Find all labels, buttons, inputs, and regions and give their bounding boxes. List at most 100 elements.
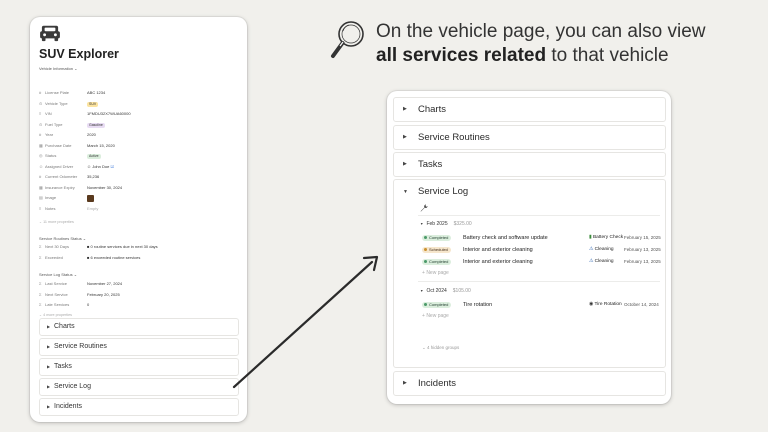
toggle-incidents[interactable]: ▶ Incidents (39, 398, 239, 416)
property-status[interactable]: ◎ Status Active (39, 152, 239, 160)
section-header-service-log[interactable]: Service Log Status ⌄ (39, 272, 77, 277)
property-last-service[interactable]: Σ Last Service November 27, 2024 (39, 280, 239, 288)
collapsed-triangle-icon[interactable]: ▶ (403, 372, 407, 395)
property-current-odometer[interactable]: # Current Odometer 35,236 (39, 173, 239, 181)
toggle-label: Incidents (54, 403, 83, 410)
collapsed-triangle-icon[interactable]: ▶ (403, 98, 407, 121)
property-value[interactable]: Gasoline (87, 121, 105, 129)
more-properties-link[interactable]: ⌄ 11 more properties (39, 220, 74, 224)
new-page-button[interactable]: + New page (422, 270, 449, 276)
property-value[interactable] (87, 194, 94, 202)
property-vehicle-type[interactable]: ⊙ Vehicle Type SUV (39, 100, 239, 108)
property-value[interactable]: February 20, 2025 (87, 291, 120, 299)
toggle-charts[interactable]: ▶ Charts (393, 97, 666, 122)
expanded-triangle-icon[interactable]: ▼ (420, 289, 423, 293)
property-value[interactable]: March 15, 2020 (87, 142, 115, 150)
property-value[interactable]: 1FMDU32X7WUA60000 (87, 110, 131, 118)
group-header-feb-2025[interactable]: ▼ Feb 2025 $325.00 (420, 221, 472, 227)
collapsed-triangle-icon[interactable]: ▶ (403, 126, 407, 149)
service-row[interactable]: Completed Interior and exterior cleaning ⚠… (422, 257, 662, 267)
value-text: 6 exceeded routine services (90, 254, 141, 260)
property-image[interactable]: ▤ Image (39, 194, 239, 202)
property-assigned-driver[interactable]: ☺ Assigned Driver ☺ John Doe ☑ (39, 163, 239, 171)
service-name[interactable]: Interior and exterior cleaning (463, 245, 533, 255)
property-value[interactable]: ■ 6 exceeded routine services (87, 254, 140, 262)
property-value[interactable]: 2020 (87, 131, 96, 139)
toggle-label: Tasks (54, 363, 72, 370)
related-routine[interactable]: ◉ Tire Rotation (589, 300, 622, 310)
value-text: 2020 (87, 132, 96, 137)
collapsed-triangle-icon[interactable]: ▶ (47, 339, 50, 355)
related-routine[interactable]: ⚠ Cleaning (589, 257, 614, 267)
expanded-triangle-icon[interactable]: ▼ (403, 189, 408, 195)
property-value[interactable]: 0 (87, 301, 89, 309)
property-late-services[interactable]: Σ Late Services 0 (39, 301, 239, 309)
more-properties-link-2[interactable]: ⌄ 4 more properties (39, 313, 72, 317)
image-thumbnail[interactable] (87, 194, 94, 202)
value-text: 1FMDU32X7WUA60000 (87, 111, 131, 116)
service-name[interactable]: Interior and exterior cleaning (463, 257, 533, 267)
tag: SUV (87, 101, 99, 107)
property-value[interactable]: Active (87, 152, 101, 160)
property-name: Year (45, 132, 54, 137)
new-page-button[interactable]: + New page (422, 313, 449, 319)
toggle-tasks[interactable]: ▶ Tasks (393, 152, 666, 177)
related-routine[interactable]: ▮ Battery Check (589, 233, 623, 243)
status-badge[interactable]: Scheduled (422, 247, 451, 253)
collapsed-triangle-icon[interactable]: ▶ (47, 399, 50, 415)
collapsed-triangle-icon[interactable]: ▶ (47, 359, 50, 375)
property-name: Next Service (45, 291, 68, 297)
service-name[interactable]: Tire rotation (463, 300, 492, 310)
spray-icon: ⚠ (589, 247, 594, 252)
section-header-vehicle-info[interactable]: Vehicle Information ⌄ (39, 66, 78, 71)
property-insurance-expiry[interactable]: ▦ Insurance Expiry November 30, 2024 (39, 184, 239, 192)
service-row[interactable]: Completed Tire rotation ◉ Tire Rotation Oct… (422, 300, 662, 310)
toggle-service-log[interactable]: ▶ Service Log (39, 378, 239, 396)
toggle-tasks[interactable]: ▶ Tasks (39, 358, 239, 376)
expanded-triangle-icon[interactable]: ▼ (420, 222, 423, 226)
property-value[interactable]: ☺ John Doe ☑ (87, 163, 114, 171)
service-name[interactable]: Battery check and software update (463, 233, 548, 243)
toggle-service-routines[interactable]: ▶ Service Routines (393, 124, 666, 150)
property-license-plate[interactable]: # License Plate ABC 1234 (39, 89, 239, 97)
property-year[interactable]: # Year 2020 (39, 131, 239, 139)
service-log-toggle[interactable]: ▼ Service Log ▼ Feb 2025 $325.00 Completed B… (393, 179, 666, 368)
property-value[interactable]: Empty (87, 205, 98, 213)
toggle-service-routines[interactable]: ▶ Service Routines (39, 338, 239, 356)
section-header-service-routines[interactable]: Service Routines Status ⌄ (39, 236, 86, 241)
property-value[interactable]: November 30, 2024 (87, 184, 122, 192)
value-text: February 20, 2025 (87, 291, 120, 297)
property-value[interactable]: ABC 1234 (87, 89, 105, 97)
toggle-label: Tasks (418, 159, 443, 170)
collapsed-triangle-icon[interactable]: ▶ (47, 319, 50, 335)
collapsed-triangle-icon[interactable]: ▶ (47, 379, 50, 395)
status-badge[interactable]: Completed (422, 302, 452, 308)
hidden-groups-link[interactable]: ⌄ 4 hidden groups (422, 345, 459, 351)
magnifier-icon (331, 21, 364, 58)
property-next-service[interactable]: Σ Next Service February 20, 2025 (39, 291, 239, 299)
property-vin[interactable]: ≡ VIN 1FMDU32X7WUA60000 (39, 110, 239, 118)
property-name: Image (45, 195, 57, 200)
property-exceeded[interactable]: Σ Exceeded ■ 6 exceeded routine services (39, 254, 239, 262)
property-value[interactable]: SUV (87, 100, 99, 108)
value-text: 35,236 (87, 174, 100, 179)
toggle-charts[interactable]: ▶ Charts (39, 318, 239, 336)
property-notes[interactable]: ≡ Notes Empty (39, 205, 239, 213)
property-name: VIN (45, 111, 52, 116)
value-text: 0 (87, 302, 90, 307)
property-value[interactable]: 35,236 (87, 173, 99, 181)
related-routine[interactable]: ⚠ Cleaning (589, 245, 614, 255)
property-value[interactable]: ■ 0 routine services due in next 30 days (87, 243, 158, 251)
text-icon: ≡ (39, 205, 42, 211)
collapsed-triangle-icon[interactable]: ▶ (403, 153, 407, 176)
service-row[interactable]: Scheduled Interior and exterior cleaning ⚠… (422, 245, 662, 255)
property-fuel-type[interactable]: ⊙ Fuel Type Gasoline (39, 121, 239, 129)
status-badge[interactable]: Completed (422, 259, 452, 265)
property-purchase-date[interactable]: ▦ Purchase Date March 15, 2020 (39, 142, 239, 150)
property-next-30-days[interactable]: Σ Next 30 Days ■ 0 routine services due in… (39, 243, 239, 251)
status-badge[interactable]: Completed (422, 235, 452, 241)
property-value[interactable]: November 27, 2024 (87, 280, 122, 288)
group-header-oct-2024[interactable]: ▼ Oct 2024 $105.00 (420, 288, 471, 294)
toggle-incidents[interactable]: ▶ Incidents (393, 371, 666, 396)
service-row[interactable]: Completed Battery check and software upda… (422, 233, 662, 243)
